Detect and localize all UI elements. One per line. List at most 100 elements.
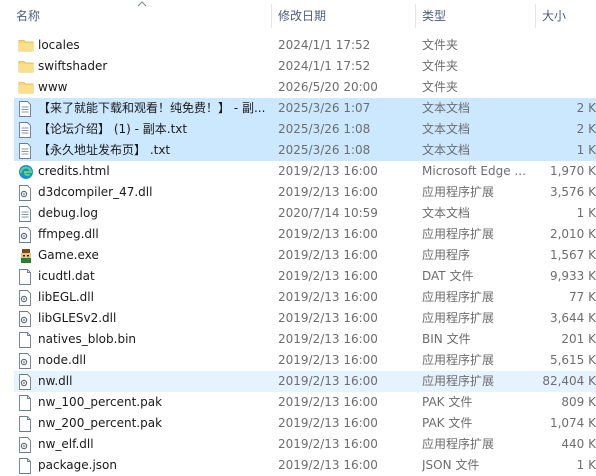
dll-icon <box>18 371 36 392</box>
file-row[interactable]: package.json 2019/2/13 16:00 JSON 文件 1 K <box>14 455 596 476</box>
file-size: 2 K <box>576 122 596 136</box>
file-type: 文件夹 <box>422 59 459 73</box>
file-size: 2,010 K <box>549 227 596 241</box>
file-modified-date: 2019/2/13 16:00 <box>278 332 378 346</box>
file-row[interactable]: icudtl.dat 2019/2/13 16:00 DAT 文件 9,933 K <box>14 266 596 287</box>
file-modified-date: 2019/2/13 16:00 <box>278 227 378 241</box>
file-modified-date: 2019/2/13 16:00 <box>278 269 378 283</box>
file-name: 【来了就能下载和观看！纯免费！】 - 副... <box>38 101 266 115</box>
file-type: 应用程序 <box>422 248 471 262</box>
file-type: 文件夹 <box>422 80 459 94</box>
file-name: libEGL.dll <box>38 290 94 304</box>
file-type: Microsoft Edge ... <box>422 164 526 178</box>
file-size: 82,404 K <box>542 374 596 388</box>
column-divider[interactable] <box>271 4 272 28</box>
game-exe-icon <box>18 245 36 266</box>
folder-icon <box>18 56 36 77</box>
sort-ascending-icon <box>137 1 147 7</box>
file-row[interactable]: 【来了就能下载和观看！纯免费！】 - 副... 2025/3/26 1:07 文本文… <box>14 98 596 119</box>
file-row[interactable]: nw_200_percent.pak 2019/2/13 16:00 PAK 文件 1… <box>14 413 596 434</box>
file-row[interactable]: nw_100_percent.pak 2019/2/13 16:00 PAK 文件 8… <box>14 392 596 413</box>
file-size: 2 K <box>576 101 596 115</box>
dll-icon <box>18 182 36 203</box>
file-row[interactable]: www 2026/5/20 20:00 文件夹 <box>14 77 596 98</box>
file-type: 应用程序扩展 <box>422 437 495 451</box>
file-type: PAK 文件 <box>422 395 473 409</box>
file-name: libGLESv2.dll <box>38 311 117 325</box>
column-header-name[interactable]: 名称 <box>16 0 40 33</box>
file-row[interactable]: node.dll 2019/2/13 16:00 应用程序扩展 5,615 K <box>14 350 596 371</box>
file-size <box>538 56 596 77</box>
file-size: 1,074 K <box>549 416 596 430</box>
file-size: 1 K <box>576 143 596 157</box>
file-name: www <box>38 80 68 94</box>
file-row[interactable]: libGLESv2.dll 2019/2/13 16:00 应用程序扩展 3,644 … <box>14 308 596 329</box>
file-modified-date: 2026/5/20 20:00 <box>278 80 378 94</box>
file-size: 9,933 K <box>549 269 596 283</box>
file-row[interactable]: ffmpeg.dll 2019/2/13 16:00 应用程序扩展 2,010 K <box>14 224 596 245</box>
dll-icon <box>18 434 36 455</box>
file-size: 5,615 K <box>549 353 596 367</box>
file-name: locales <box>38 38 80 52</box>
file-name: ffmpeg.dll <box>38 227 99 241</box>
dll-icon <box>18 350 36 371</box>
file-modified-date: 2019/2/13 16:00 <box>278 311 378 325</box>
file-modified-date: 2024/1/1 17:52 <box>278 38 371 52</box>
file-name: nw_elf.dll <box>38 437 94 451</box>
dll-icon <box>18 287 36 308</box>
column-header-size[interactable]: 大小 <box>542 0 566 33</box>
file-type: BIN 文件 <box>422 332 471 346</box>
column-divider[interactable] <box>535 4 536 28</box>
file-modified-date: 2019/2/13 16:00 <box>278 437 378 451</box>
file-type: 文本文档 <box>422 143 471 157</box>
file-modified-date: 2019/2/13 16:00 <box>278 248 378 262</box>
file-row[interactable]: natives_blob.bin 2019/2/13 16:00 BIN 文件 201… <box>14 329 596 350</box>
file-row[interactable]: nw_elf.dll 2019/2/13 16:00 应用程序扩展 440 K <box>14 434 596 455</box>
column-header-type[interactable]: 类型 <box>422 0 446 33</box>
file-type: DAT 文件 <box>422 269 474 283</box>
file-size: 440 K <box>561 437 596 451</box>
file-type: 文本文档 <box>422 101 471 115</box>
file-size: 1,970 K <box>549 164 596 178</box>
file-size: 77 K <box>569 290 596 304</box>
file-icon <box>18 392 36 413</box>
file-name: package.json <box>38 458 118 472</box>
file-row[interactable]: 【论坛介绍】 (1) - 副本.txt 2025/3/26 1:08 文本文档 2 K <box>14 119 596 140</box>
column-header-date[interactable]: 修改日期 <box>278 0 326 33</box>
file-row[interactable]: locales 2024/1/1 17:52 文件夹 <box>14 35 596 56</box>
file-modified-date: 2025/3/26 1:07 <box>278 101 371 115</box>
file-modified-date: 2019/2/13 16:00 <box>278 395 378 409</box>
column-divider[interactable] <box>415 4 416 28</box>
column-header-bar: 名称 修改日期 类型 大小 <box>0 0 596 33</box>
edge-icon <box>18 161 36 182</box>
file-name: Game.exe <box>38 248 99 262</box>
file-row[interactable]: libEGL.dll 2019/2/13 16:00 应用程序扩展 77 K <box>14 287 596 308</box>
file-name: 【论坛介绍】 (1) - 副本.txt <box>38 122 188 136</box>
file-name: icudtl.dat <box>38 269 95 283</box>
file-modified-date: 2019/2/13 16:00 <box>278 374 378 388</box>
file-row[interactable]: Game.exe 2019/2/13 16:00 应用程序 1,567 K <box>14 245 596 266</box>
text-document-icon <box>18 98 36 119</box>
dll-icon <box>18 308 36 329</box>
file-type: 应用程序扩展 <box>422 290 495 304</box>
file-name: nw_100_percent.pak <box>38 395 163 409</box>
file-size <box>538 35 596 56</box>
file-size: 1 K <box>576 458 596 472</box>
file-type: JSON 文件 <box>422 458 480 472</box>
file-type: 文件夹 <box>422 38 459 52</box>
file-name: node.dll <box>38 353 87 367</box>
file-size <box>538 77 596 98</box>
file-modified-date: 2019/2/13 16:00 <box>278 416 378 430</box>
file-name: natives_blob.bin <box>38 332 137 346</box>
file-row[interactable]: debug.log 2020/7/14 10:59 文本文档 1 K <box>14 203 596 224</box>
file-type: 文本文档 <box>422 206 471 220</box>
file-name: d3dcompiler_47.dll <box>38 185 153 199</box>
file-row[interactable]: nw.dll 2019/2/13 16:00 应用程序扩展 82,404 K <box>14 371 596 392</box>
file-row[interactable]: swiftshader 2024/1/1 17:52 文件夹 <box>14 56 596 77</box>
file-size: 201 K <box>561 332 596 346</box>
file-row[interactable]: d3dcompiler_47.dll 2019/2/13 16:00 应用程序扩展 3… <box>14 182 596 203</box>
file-row[interactable]: 【永久地址发布页】 .txt 2025/3/26 1:08 文本文档 1 K <box>14 140 596 161</box>
file-modified-date: 2019/2/13 16:00 <box>278 290 378 304</box>
folder-icon <box>18 35 36 56</box>
file-row[interactable]: credits.html 2019/2/13 16:00 Microsoft Edg… <box>14 161 596 182</box>
